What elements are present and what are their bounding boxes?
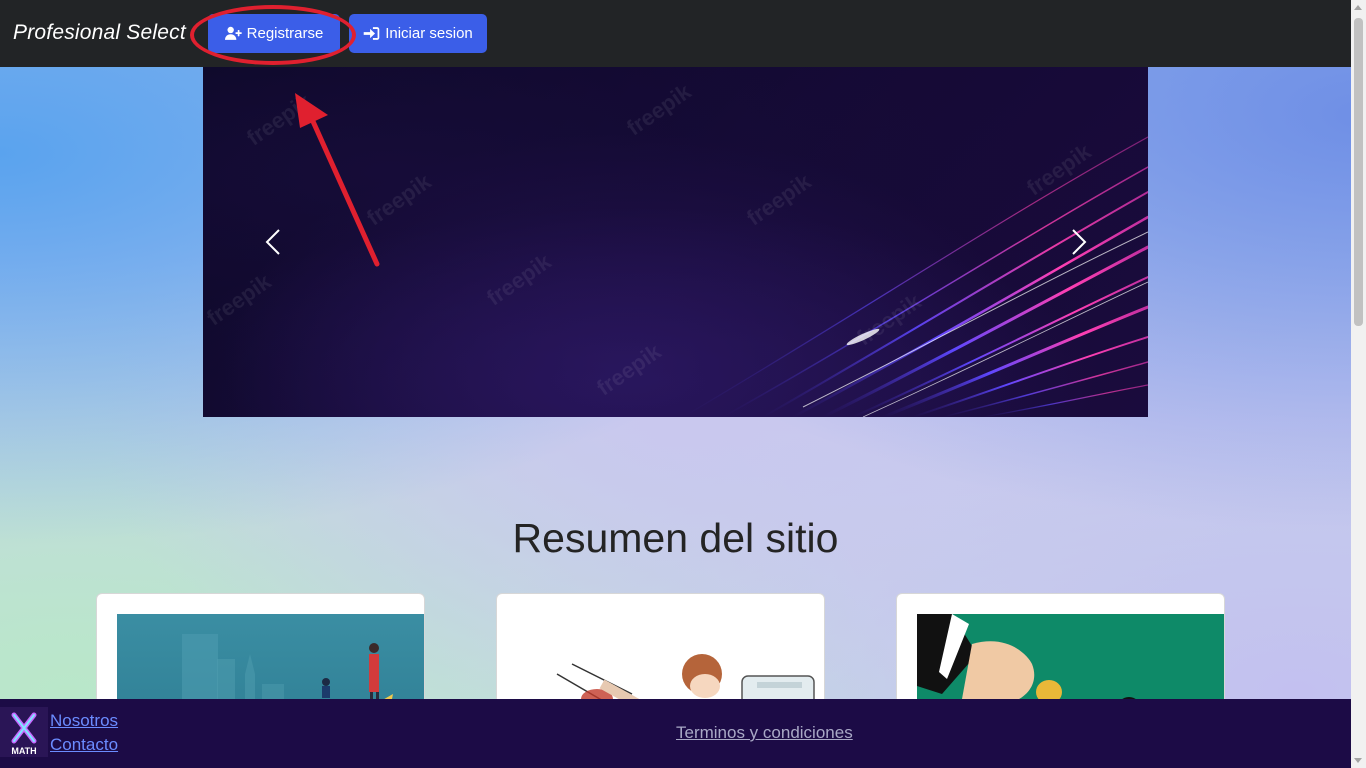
footer-link-terms[interactable]: Terminos y condiciones bbox=[676, 723, 853, 743]
section-title: Resumen del sitio bbox=[512, 515, 839, 561]
footer: MATH Nosotros Contacto Terminos y condic… bbox=[0, 699, 1351, 768]
login-label: Iniciar sesion bbox=[385, 25, 473, 42]
sign-in-icon bbox=[363, 27, 380, 40]
scroll-thumb[interactable] bbox=[1354, 18, 1363, 326]
annotation-ellipse bbox=[190, 5, 356, 65]
login-button[interactable]: Iniciar sesion bbox=[349, 14, 487, 53]
carousel-next-button[interactable] bbox=[1065, 227, 1089, 257]
chevron-right-icon bbox=[1072, 229, 1087, 255]
brand-title[interactable]: Profesional Select bbox=[13, 21, 186, 45]
site-logo[interactable]: MATH bbox=[0, 707, 48, 757]
annotation-arrow bbox=[295, 93, 380, 267]
scroll-up-arrow-icon[interactable] bbox=[1354, 5, 1362, 10]
footer-link-contacto[interactable]: Contacto bbox=[50, 733, 118, 757]
footer-link-nosotros[interactable]: Nosotros bbox=[50, 709, 118, 733]
scroll-down-arrow-icon[interactable] bbox=[1354, 758, 1362, 763]
page-scrollbar[interactable] bbox=[1351, 0, 1366, 768]
svg-text:MATH: MATH bbox=[11, 746, 36, 756]
footer-links: Nosotros Contacto bbox=[50, 709, 118, 757]
